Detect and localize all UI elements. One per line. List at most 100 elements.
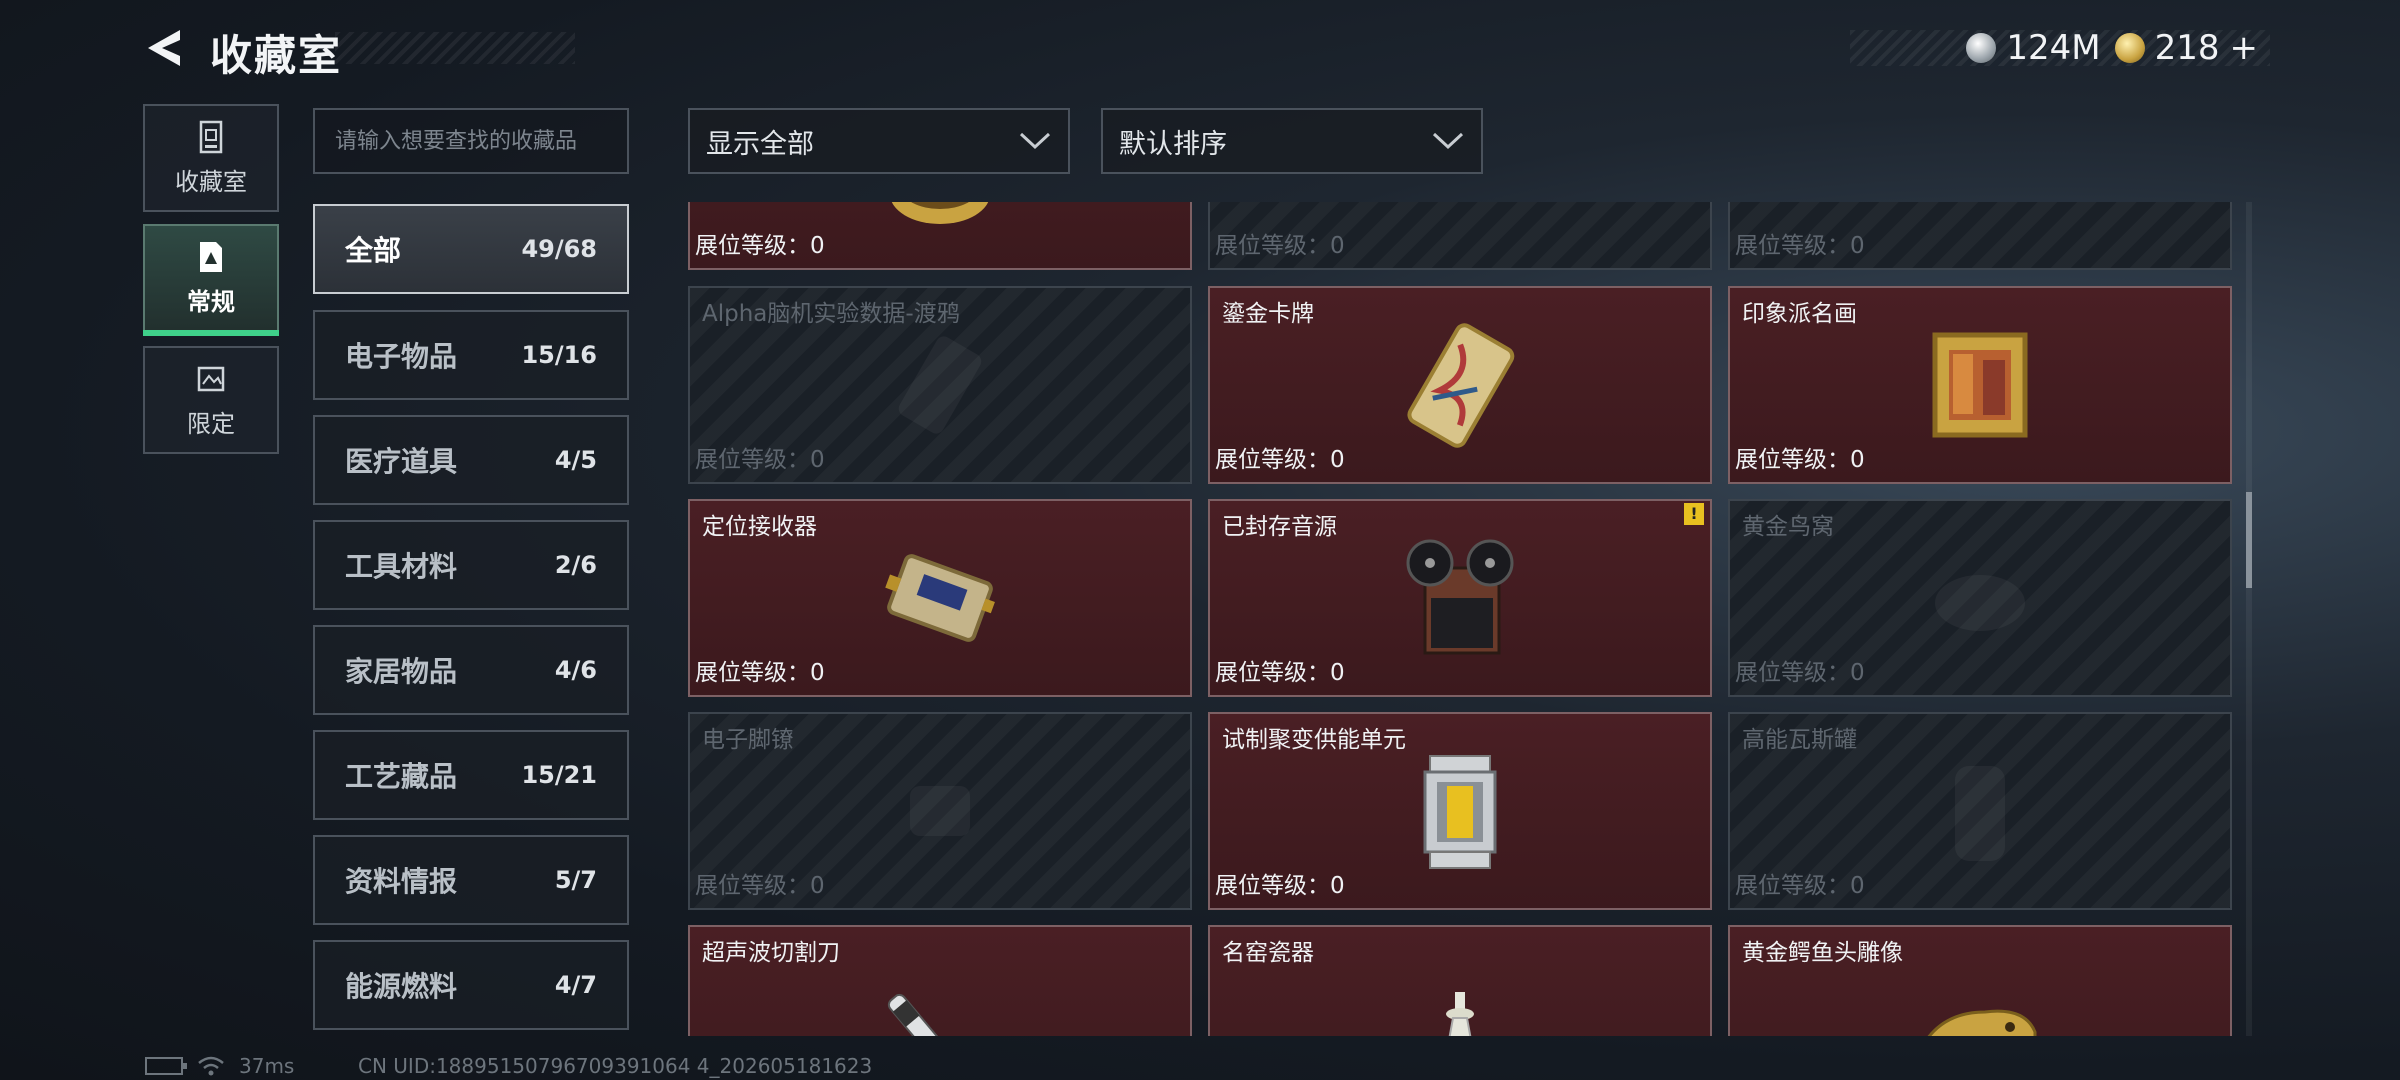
limited-icon — [197, 366, 225, 391]
tab-label: 常规 — [187, 287, 235, 316]
collection-card[interactable]: 定位接收器 展位等级：0 — [688, 499, 1192, 697]
collection-card[interactable]: Alpha脑机实验数据-渡鸦 展位等级：0 — [688, 286, 1192, 484]
collection-card[interactable]: 鎏金卡牌 展位等级：0 — [1208, 286, 1712, 484]
silver-currency: 124M — [1966, 28, 2101, 68]
category-count: 2/6 — [554, 551, 597, 579]
card-name: 黄金鸟窝 — [1742, 514, 1834, 540]
gilded-card-item-icon — [1407, 323, 1515, 448]
category-count: 15/21 — [521, 761, 597, 789]
category-crafts[interactable]: 工艺藏品 15/21 — [313, 730, 629, 820]
add-currency-icon[interactable]: + — [2230, 28, 2259, 68]
collection-card[interactable]: 试制聚变供能单元 展位等级：0 — [1208, 712, 1712, 910]
card-name: 电子脚镣 — [702, 727, 794, 753]
level-value: 0 — [1850, 233, 1865, 259]
level-value: 0 — [810, 447, 825, 473]
category-count: 5/7 — [554, 866, 597, 894]
gold-currency[interactable]: 218 + — [2114, 28, 2259, 68]
regular-doc-icon — [200, 241, 222, 272]
gold-ring-item-icon — [891, 202, 989, 224]
level-value: 0 — [1850, 873, 1865, 899]
tab-label: 收藏室 — [175, 167, 247, 196]
display-filter-value: 显示全部 — [706, 128, 814, 160]
collection-card[interactable]: 名窑瓷器 展位等级：0 — [1208, 925, 1712, 1036]
collection-card[interactable]: 超声波切割刀 展位等级：0 — [688, 925, 1192, 1036]
level-value: 0 — [1330, 233, 1345, 259]
collection-grid[interactable]: 展位等级：0 展位等级：0 展位等级：0 Alpha脑机实验数据-渡鸦 展位等级… — [688, 202, 2236, 1036]
collection-card[interactable]: 黄金鸟窝 展位等级：0 — [1728, 499, 2232, 697]
silver-amount: 124M — [2006, 28, 2101, 68]
level-value: 0 — [1850, 660, 1865, 686]
page-title: 收藏室 — [210, 31, 343, 80]
collection-card[interactable]: 展位等级：0 — [1728, 202, 2232, 270]
cutter-item-icon — [887, 993, 976, 1036]
category-label: 资料情报 — [345, 865, 458, 898]
category-intel[interactable]: 资料情报 5/7 — [313, 835, 629, 925]
tab-regular[interactable]: 常规 — [143, 224, 279, 336]
bird-nest-item-icon — [1935, 575, 2025, 631]
level-label: 展位等级： — [1215, 660, 1330, 686]
display-filter-dropdown[interactable]: 显示全部 — [688, 108, 1070, 174]
card-level: 展位等级：0 — [1735, 440, 1865, 474]
collection-card[interactable]: 展位等级：0 — [688, 202, 1192, 270]
collection-room-icon — [199, 120, 223, 153]
card-level: 展位等级：0 — [695, 440, 825, 474]
ankle-monitor-item-icon — [910, 786, 970, 836]
card-level: 展位等级：0 — [1215, 653, 1345, 687]
data-drive-item-icon — [898, 336, 982, 434]
category-count: 4/6 — [554, 656, 597, 684]
category-household[interactable]: 家居物品 4/6 — [313, 625, 629, 715]
level-label: 展位等级： — [1735, 233, 1850, 259]
category-tools[interactable]: 工具材料 2/6 — [313, 520, 629, 610]
battery-icon — [145, 1057, 187, 1075]
category-count: 49/68 — [521, 235, 597, 263]
collection-card[interactable]: 电子脚镣 展位等级：0 — [688, 712, 1192, 910]
category-label: 工具材料 — [345, 550, 458, 583]
level-value: 0 — [1850, 447, 1865, 473]
card-level: 展位等级：0 — [1735, 866, 1865, 900]
chevron-down-icon — [1019, 132, 1051, 150]
sort-value: 默认排序 — [1119, 128, 1227, 160]
sort-dropdown[interactable]: 默认排序 — [1101, 108, 1483, 174]
search-input[interactable] — [313, 108, 629, 174]
wifi-icon — [198, 1056, 224, 1076]
card-level: 展位等级：0 — [1735, 226, 1865, 260]
grid-scrollbar[interactable] — [2246, 202, 2252, 1036]
category-label: 能源燃料 — [345, 970, 458, 1003]
category-count: 4/5 — [554, 446, 597, 474]
collection-card[interactable]: 黄金鳄鱼头雕像 展位等级：0 — [1728, 925, 2232, 1036]
painting-item-icon — [1932, 332, 2028, 438]
back-arrow-icon[interactable] — [140, 24, 188, 72]
category-count: 4/7 — [554, 971, 597, 999]
card-name: 高能瓦斯罐 — [1742, 727, 1857, 753]
category-energy[interactable]: 能源燃料 4/7 — [313, 940, 629, 1030]
fusion-cell-item-icon — [1423, 755, 1497, 869]
level-value: 0 — [1330, 660, 1345, 686]
collection-card[interactable]: 展位等级：0 — [1208, 202, 1712, 270]
collection-card[interactable]: 印象派名画 展位等级：0 — [1728, 286, 2232, 484]
tab-limited[interactable]: 限定 — [143, 346, 279, 454]
warning-badge-icon: ! — [1684, 503, 1704, 525]
card-name: 已封存音源 — [1222, 514, 1337, 540]
category-all[interactable]: 全部 49/68 — [313, 204, 629, 294]
tape-recorder-item-icon — [1406, 539, 1514, 655]
tab-collection-room[interactable]: 收藏室 — [143, 104, 279, 212]
category-medical[interactable]: 医疗道具 4/5 — [313, 415, 629, 505]
level-value: 0 — [810, 233, 825, 259]
gold-amount: 218 — [2154, 28, 2220, 68]
card-name: 名窑瓷器 — [1222, 940, 1314, 966]
uid-text: CN UID:18895150796709391064 4_2026051816… — [358, 1054, 873, 1078]
scrollbar-thumb[interactable] — [2246, 492, 2252, 588]
collection-card[interactable]: 高能瓦斯罐 展位等级：0 — [1728, 712, 2232, 910]
level-label: 展位等级： — [1735, 660, 1850, 686]
card-level: 展位等级：0 — [695, 226, 825, 260]
collection-card[interactable]: 已封存音源 ! 展位等级：0 — [1208, 499, 1712, 697]
porcelain-item-icon — [1446, 992, 1474, 1036]
card-level: 展位等级：0 — [1215, 440, 1345, 474]
card-level: 展位等级：0 — [695, 653, 825, 687]
silver-coin-icon — [1966, 33, 1997, 63]
level-label: 展位等级： — [1215, 447, 1330, 473]
gas-tank-item-icon — [1955, 766, 2005, 861]
level-label: 展位等级： — [1215, 873, 1330, 899]
category-electronics[interactable]: 电子物品 15/16 — [313, 310, 629, 400]
status-bar: 37ms — [145, 1054, 294, 1078]
